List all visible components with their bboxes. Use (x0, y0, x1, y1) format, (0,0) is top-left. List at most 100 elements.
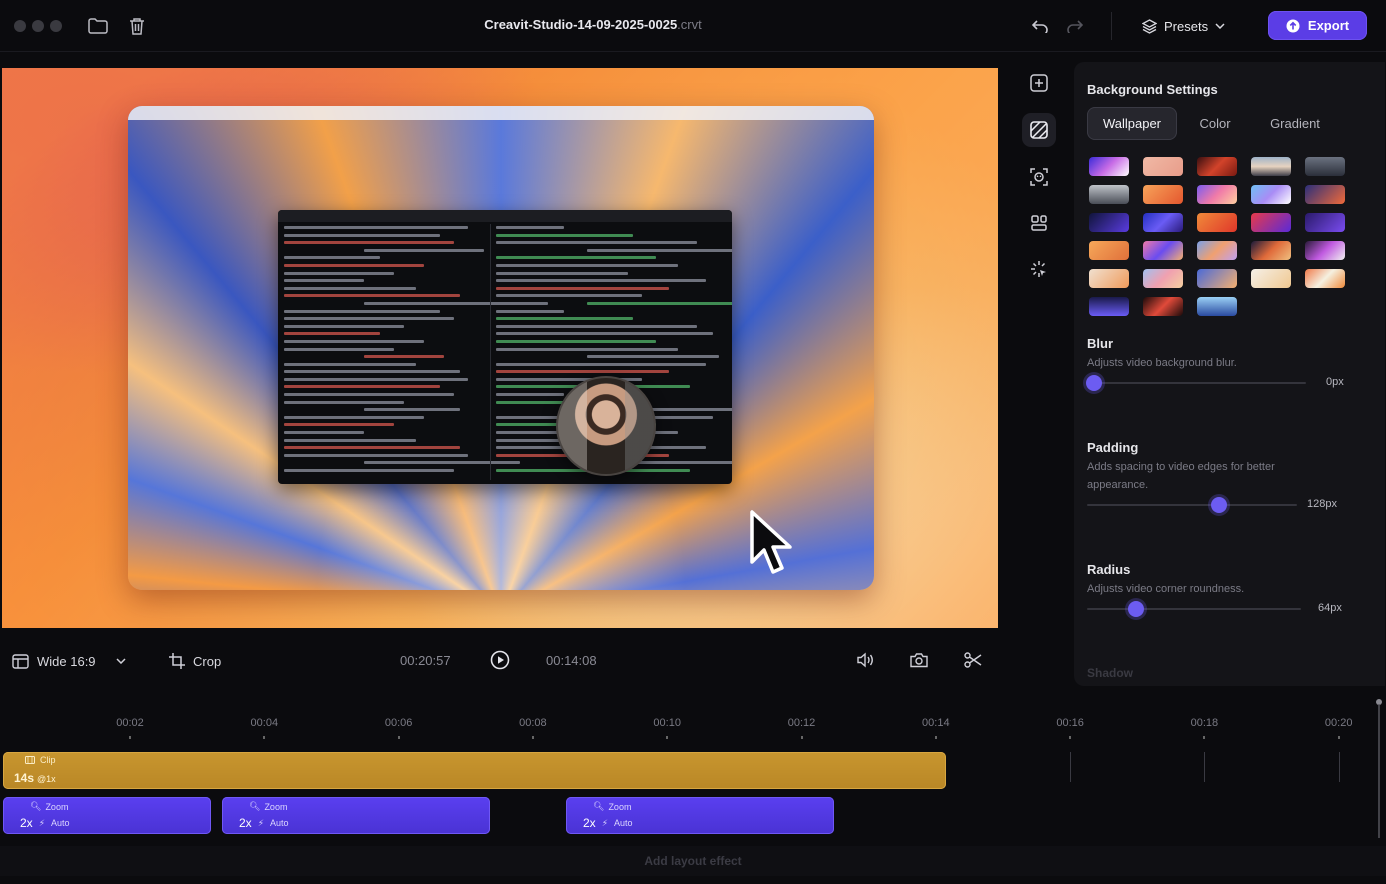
ruler-tick (397, 736, 400, 739)
ruler-gridline (1204, 752, 1206, 782)
recorded-screen (128, 106, 874, 590)
wallpaper-thumbnail[interactable] (1143, 269, 1183, 288)
play-icon[interactable] (488, 648, 512, 672)
project-extension: .crvt (677, 17, 702, 32)
blur-description: Adjusts video background blur. (1087, 357, 1237, 369)
zoom-icon: 🔍︎ (593, 801, 605, 811)
lightning-icon: ⚡︎ (38, 817, 46, 828)
wallpaper-thumbnail[interactable] (1305, 269, 1345, 288)
ruler-tick (1203, 736, 1206, 739)
wallpaper-thumbnail[interactable] (1089, 213, 1129, 232)
layout-icon[interactable] (1022, 206, 1056, 240)
wallpaper-thumbnail[interactable] (1197, 157, 1237, 176)
webcam-icon[interactable] (1022, 160, 1056, 194)
zoom-header: 🔍︎ Zoom (593, 801, 631, 812)
wallpaper-thumbnail[interactable] (1305, 157, 1345, 176)
wallpaper-thumbnail[interactable] (1089, 157, 1129, 176)
camera-icon[interactable] (907, 648, 931, 672)
video-clip-track[interactable]: Clip 14s @1x (3, 752, 946, 789)
ruler-label: 00:06 (384, 717, 413, 729)
wallpaper-thumbnail[interactable] (1143, 241, 1183, 260)
ruler-label: 00:18 (1190, 717, 1219, 729)
add-layout-effect-button[interactable]: Add layout effect (0, 846, 1386, 876)
ruler-label: 00:20 (1324, 717, 1353, 729)
shadow-title: Shadow (1087, 666, 1134, 680)
blur-slider-thumb[interactable] (1086, 375, 1102, 391)
wallpaper-thumbnail[interactable] (1251, 185, 1291, 204)
zoom-factor: 2x (239, 816, 252, 830)
title-bar: Creavit-Studio-14-09-2025-0025.crvt Pres… (0, 0, 1386, 52)
clip-duration-value: 14s (14, 771, 35, 785)
wallpaper-thumbnail[interactable] (1305, 213, 1345, 232)
wallpaper-thumbnail[interactable] (1305, 241, 1345, 260)
wallpaper-thumbnail[interactable] (1143, 185, 1183, 204)
mouse-cursor-icon (750, 510, 794, 581)
wallpaper-thumbnail[interactable] (1089, 297, 1129, 316)
radius-slider-thumb[interactable] (1128, 601, 1145, 617)
film-icon (25, 756, 35, 764)
blur-value: 0px (1326, 376, 1344, 388)
layers-icon (1142, 18, 1157, 34)
wallpaper-thumbnail[interactable] (1197, 241, 1237, 260)
project-title: Creavit-Studio-14-09-2025-0025.crvt (0, 17, 1186, 32)
clip-name: Clip (40, 755, 56, 765)
wallpaper-thumbnail[interactable] (1089, 241, 1129, 260)
export-button[interactable]: Export (1268, 11, 1367, 40)
chevron-down-icon (116, 658, 126, 664)
total-time: 00:14:08 (546, 653, 597, 668)
background-icon[interactable] (1022, 113, 1056, 147)
radius-description: Adjusts video corner roundness. (1087, 583, 1245, 595)
aspect-ratio-dropdown[interactable]: Wide 16:9 (12, 648, 126, 674)
zoom-segment[interactable]: 🔍︎ Zoom 2x ⚡︎ Auto (3, 797, 211, 834)
crop-icon (169, 653, 185, 669)
zoom-mode: Auto (51, 818, 70, 828)
padding-slider-track[interactable] (1087, 504, 1297, 506)
padding-slider-thumb[interactable] (1211, 497, 1228, 513)
tab-gradient[interactable]: Gradient (1255, 107, 1335, 140)
wallpaper-thumbnail[interactable] (1251, 213, 1291, 232)
wallpaper-thumbnail[interactable] (1197, 213, 1237, 232)
wallpaper-thumbnail[interactable] (1197, 297, 1237, 316)
zoom-icon: 🔍︎ (249, 801, 261, 811)
scissors-icon[interactable] (961, 648, 985, 672)
zoom-name: Zoom (608, 801, 632, 812)
ruler-tick (800, 736, 803, 739)
redo-icon[interactable] (1063, 14, 1087, 38)
timeline-scrollbar[interactable] (1376, 698, 1382, 838)
zoom-segment[interactable]: 🔍︎ Zoom 2x ⚡︎ Auto (222, 797, 490, 834)
wallpaper-thumbnail[interactable] (1143, 157, 1183, 176)
add-element-icon[interactable] (1022, 66, 1056, 100)
wallpaper-thumbnail[interactable] (1251, 241, 1291, 260)
tab-wallpaper[interactable]: Wallpaper (1087, 107, 1177, 140)
tab-color[interactable]: Color (1177, 107, 1253, 140)
blur-slider-track[interactable] (1094, 382, 1306, 384)
undo-icon[interactable] (1028, 14, 1052, 38)
zoom-segment[interactable]: 🔍︎ Zoom 2x ⚡︎ Auto (566, 797, 834, 834)
cursor-effects-icon[interactable] (1022, 252, 1056, 286)
zoom-info: 2x ⚡︎ Auto (20, 816, 70, 830)
zoom-header: 🔍︎ Zoom (249, 801, 287, 812)
wallpaper-thumbnail[interactable] (1305, 185, 1345, 204)
wallpaper-thumbnail[interactable] (1089, 269, 1129, 288)
panel-title: Background Settings (1087, 82, 1218, 97)
presets-dropdown[interactable]: Presets (1134, 12, 1233, 40)
wallpaper-thumbnail[interactable] (1197, 185, 1237, 204)
aspect-ratio-label: Wide 16:9 (37, 653, 96, 669)
zoom-header: 🔍︎ Zoom (30, 801, 68, 812)
background-settings-panel: Background Settings Wallpaper Color Grad… (1074, 62, 1385, 686)
wallpaper-thumbnail[interactable] (1143, 213, 1183, 232)
wallpaper-thumbnail[interactable] (1251, 269, 1291, 288)
wallpaper-thumbnail[interactable] (1197, 269, 1237, 288)
padding-description: Adds spacing to video edges for better a… (1087, 461, 1275, 491)
video-preview-canvas[interactable] (2, 68, 998, 628)
volume-icon[interactable] (853, 648, 877, 672)
wallpaper-thumbnail[interactable] (1089, 185, 1129, 204)
wallpaper-thumbnail[interactable] (1251, 157, 1291, 176)
wallpaper-thumbnail[interactable] (1143, 297, 1183, 316)
radius-slider-track[interactable] (1087, 608, 1301, 610)
ruler-gridline (1070, 752, 1072, 782)
project-name: Creavit-Studio-14-09-2025-0025 (484, 17, 678, 32)
zoom-name: Zoom (45, 801, 69, 812)
clip-speed: @1x (37, 774, 56, 784)
crop-button[interactable]: Crop (169, 648, 221, 674)
